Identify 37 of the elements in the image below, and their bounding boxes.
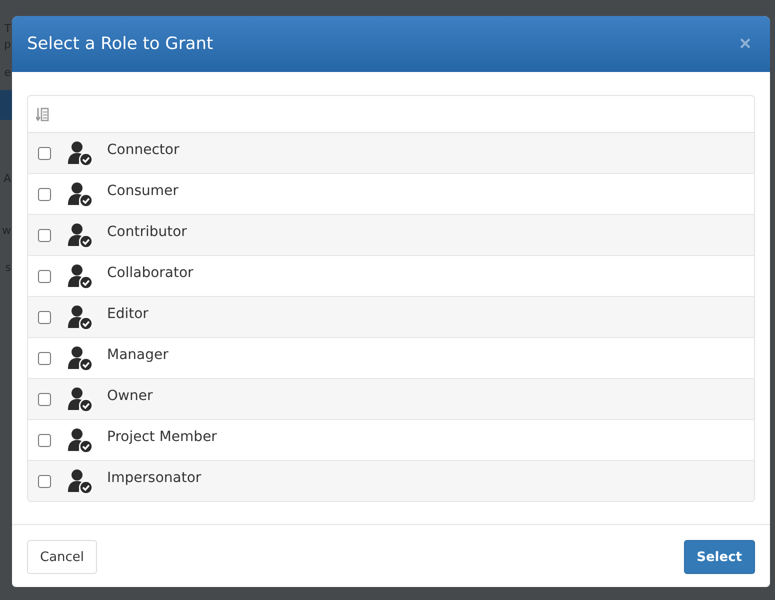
- role-name: Contributor: [107, 224, 187, 240]
- role-checkbox[interactable]: [38, 392, 51, 406]
- role-name: Editor: [107, 306, 148, 322]
- user-check-icon: [67, 222, 93, 248]
- role-row[interactable]: Editor: [28, 297, 754, 338]
- select-button[interactable]: Select: [684, 540, 755, 574]
- role-checkbox[interactable]: [38, 310, 51, 324]
- user-check-icon: [67, 468, 93, 494]
- role-name: Consumer: [107, 183, 178, 199]
- role-name: Collaborator: [107, 265, 194, 281]
- role-name: Connector: [107, 142, 180, 158]
- role-row[interactable]: Connector: [28, 133, 754, 174]
- sort-icon[interactable]: [36, 106, 49, 122]
- role-row[interactable]: Contributor: [28, 215, 754, 256]
- role-name: Impersonator: [107, 470, 202, 486]
- role-checkbox[interactable]: [38, 474, 51, 488]
- user-check-icon: [67, 181, 93, 207]
- role-checkbox[interactable]: [38, 434, 51, 446]
- role-name: Manager: [107, 347, 168, 363]
- role-checkbox[interactable]: [38, 188, 51, 200]
- role-checkbox[interactable]: [38, 228, 51, 242]
- role-row[interactable]: Owner: [28, 379, 754, 420]
- role-name: Project Member: [107, 429, 217, 445]
- user-check-icon: [67, 345, 93, 371]
- background-bar: [0, 90, 12, 120]
- role-name: Owner: [107, 388, 153, 404]
- role-checkbox[interactable]: [38, 270, 51, 282]
- cancel-button[interactable]: Cancel: [27, 540, 98, 574]
- role-checkbox[interactable]: [38, 352, 51, 364]
- user-check-icon: [67, 140, 93, 166]
- user-check-icon: [67, 304, 93, 330]
- user-check-icon: [67, 263, 93, 289]
- user-check-icon: [67, 386, 93, 412]
- user-check-icon: [67, 427, 93, 453]
- role-row[interactable]: Impersonator: [28, 461, 754, 501]
- role-checkbox[interactable]: [38, 146, 51, 160]
- dialog-title: Select a Role to Grant: [27, 34, 214, 54]
